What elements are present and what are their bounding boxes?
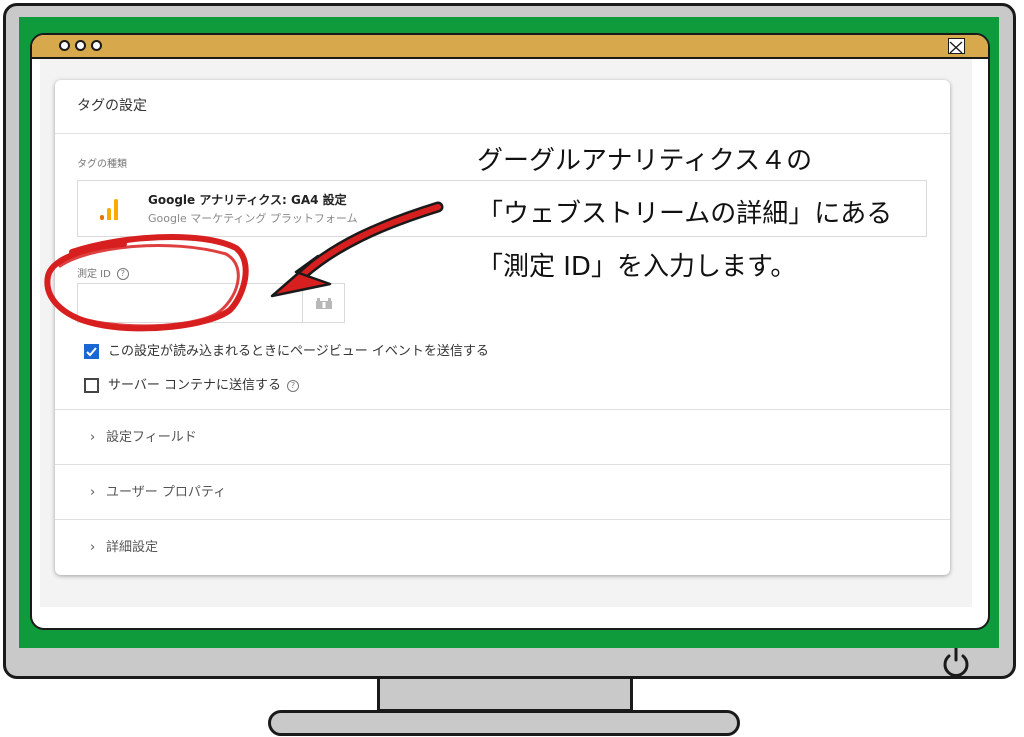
- pageview-checkbox-row[interactable]: この設定が読み込まれるときにページビュー イベントを送信する: [84, 340, 489, 359]
- insert-variable-button[interactable]: [303, 283, 345, 323]
- section-fields[interactable]: › 設定フィールド: [90, 426, 197, 445]
- measurement-id-label: 測定 ID?: [77, 265, 129, 280]
- server-checkbox-label: サーバー コンテナに送信する: [108, 378, 282, 393]
- annotation-line-2: 「ウェブストリームの詳細」にある: [477, 199, 893, 229]
- section-user-properties[interactable]: › ユーザー プロパティ: [90, 481, 226, 500]
- card-title: タグの設定: [77, 98, 147, 114]
- tag-type-label: タグの種類: [77, 159, 127, 170]
- variable-brick-icon: [316, 298, 332, 309]
- chevron-right-icon: ›: [90, 485, 96, 500]
- section-advanced[interactable]: › 詳細設定: [90, 536, 158, 555]
- analytics-bars-icon: [100, 198, 120, 220]
- server-checkbox[interactable]: [84, 378, 99, 393]
- annotation-line-3: 「測定 ID」を入力します。: [477, 252, 797, 282]
- monitor-stand-base: [268, 710, 740, 736]
- monitor-stand-neck: [377, 679, 633, 712]
- pageview-checkbox[interactable]: [84, 344, 99, 359]
- divider: [55, 409, 950, 410]
- close-x-icon[interactable]: [948, 38, 965, 54]
- window-dot-2[interactable]: [75, 40, 86, 51]
- window-dot-3[interactable]: [91, 40, 102, 51]
- chevron-right-icon: ›: [90, 540, 96, 555]
- server-help-icon[interactable]: ?: [287, 379, 300, 392]
- section-user-properties-label: ユーザー プロパティ: [106, 485, 227, 500]
- divider: [55, 519, 950, 520]
- measurement-id-input[interactable]: [77, 283, 303, 323]
- server-checkbox-row[interactable]: サーバー コンテナに送信する?: [84, 374, 300, 393]
- chevron-right-icon: ›: [90, 430, 96, 445]
- window-dot-1[interactable]: [59, 40, 70, 51]
- pageview-checkbox-label: この設定が読み込まれるときにページビュー イベントを送信する: [108, 344, 489, 359]
- section-advanced-label: 詳細設定: [106, 540, 159, 555]
- help-circle-icon[interactable]: ?: [116, 268, 129, 280]
- divider: [55, 464, 950, 465]
- divider: [55, 133, 950, 134]
- window-titlebar: [32, 35, 988, 59]
- browser-window: タグの設定 タグの種類 Google アナリティクス: GA4 設定 Googl…: [30, 33, 990, 630]
- tag-type-name: Google アナリティクス: GA4 設定: [148, 193, 347, 207]
- annotation-line-1: グーグルアナリティクス４の: [477, 146, 813, 176]
- measurement-id-label-text: 測定 ID: [77, 269, 111, 280]
- section-fields-label: 設定フィールド: [106, 430, 197, 445]
- tag-type-vendor: Google マーケティング プラットフォーム: [148, 212, 358, 225]
